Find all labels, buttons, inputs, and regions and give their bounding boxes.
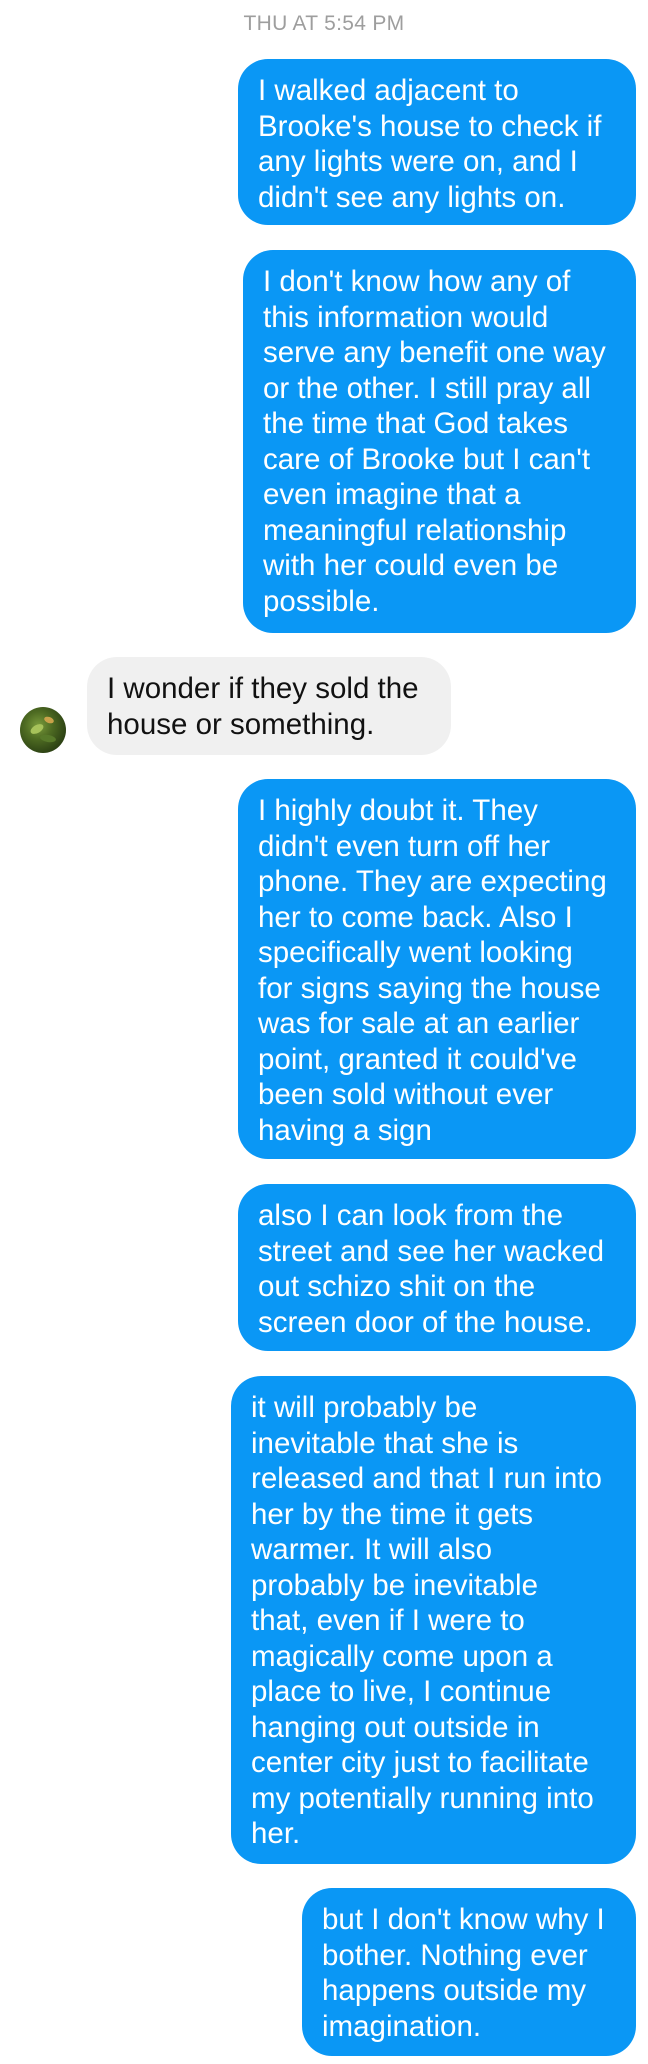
contact-avatar-icon[interactable] — [20, 707, 66, 753]
message-bubble-received-1[interactable]: I wonder if they sold the house or somet… — [87, 657, 451, 755]
message-bubble-sent-6[interactable]: but I don't know why I bother. Nothing e… — [302, 1888, 636, 2056]
message-bubble-sent-1[interactable]: I walked adjacent to Brooke's house to c… — [238, 59, 636, 225]
message-bubble-sent-3[interactable]: I highly doubt it. They didn't even turn… — [238, 779, 636, 1159]
message-bubble-sent-5[interactable]: it will probably be inevitable that she … — [231, 1376, 636, 1864]
message-bubble-sent-2[interactable]: I don't know how any of this information… — [243, 250, 636, 633]
conversation-timestamp: THU AT 5:54 PM — [243, 12, 405, 35]
message-bubble-sent-4[interactable]: also I can look from the street and see … — [238, 1184, 636, 1351]
